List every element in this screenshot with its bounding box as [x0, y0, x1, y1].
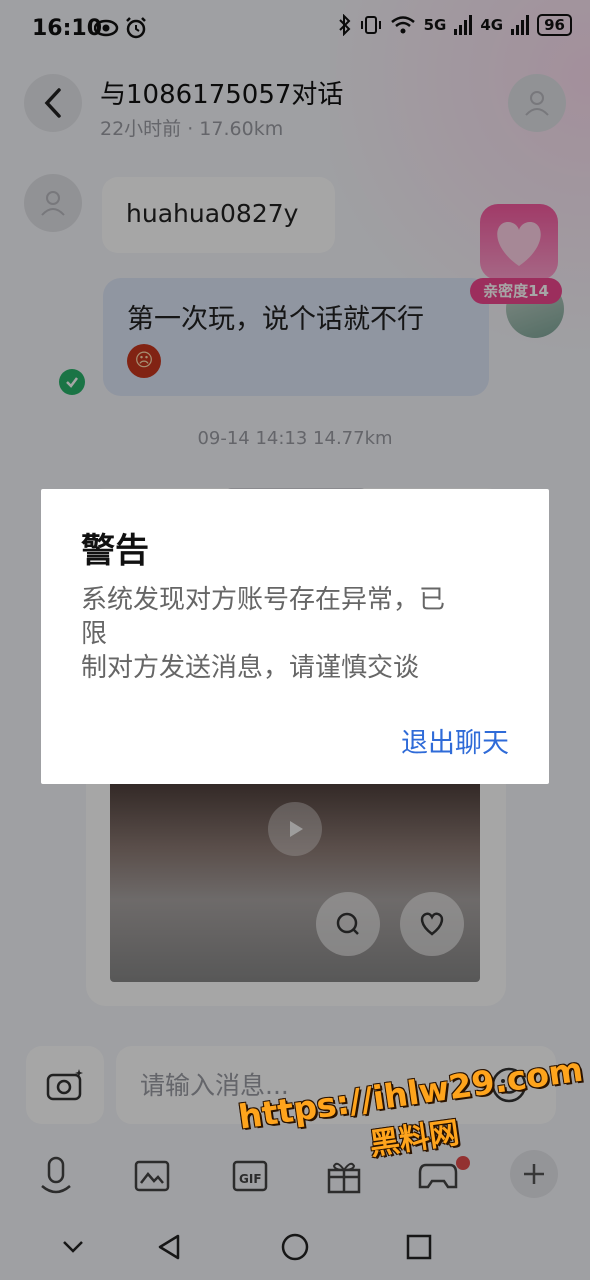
exit-chat-button[interactable]: 退出聊天 [401, 721, 509, 760]
warning-dialog: 警告 系统发现对方账号存在异常，已 限 制对方发送消息，请谨慎交谈 退出聊天 [41, 489, 549, 784]
dialog-message-line: 系统发现对方账号存在异常，已 [81, 585, 446, 615]
dialog-message: 系统发现对方账号存在异常，已 限 制对方发送消息，请谨慎交谈 [81, 583, 517, 685]
dialog-message-line: 制对方发送消息，请谨慎交谈 [81, 653, 420, 683]
dialog-message-line: 限 [81, 619, 108, 649]
dialog-title: 警告 [81, 531, 149, 571]
